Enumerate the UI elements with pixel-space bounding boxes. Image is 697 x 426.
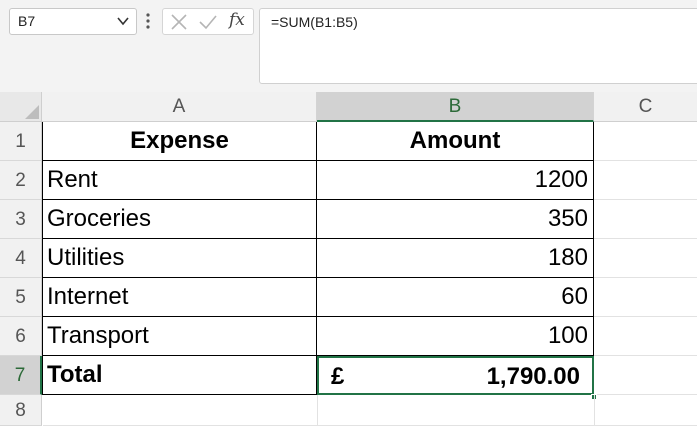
cell-b1[interactable]: Amount — [317, 122, 594, 161]
select-all-button[interactable] — [0, 92, 42, 122]
cell-c6[interactable] — [594, 317, 697, 356]
cell-a4[interactable]: Utilities — [43, 239, 317, 278]
column-header-b[interactable]: B — [317, 92, 594, 122]
chevron-down-icon[interactable] — [116, 14, 130, 28]
currency-symbol: £ — [331, 363, 345, 390]
cell-a7[interactable]: Total — [43, 356, 317, 395]
gridline — [594, 395, 595, 426]
cell-b5[interactable]: 60 — [317, 278, 594, 317]
row-header-4[interactable]: 4 — [0, 239, 42, 278]
row-header-5[interactable]: 5 — [0, 278, 42, 317]
cell-b4[interactable]: 180 — [317, 239, 594, 278]
cancel-icon[interactable] — [170, 13, 188, 31]
cell-a6[interactable]: Transport — [43, 317, 317, 356]
row-header-1[interactable]: 1 — [0, 122, 42, 161]
column-header-c[interactable]: C — [594, 92, 697, 122]
formula-bar-area: B7 fx =SUM(B1:B5) — [0, 0, 697, 92]
gridline — [317, 395, 318, 426]
name-box-value: B7 — [18, 13, 36, 29]
cell-a1[interactable]: Expense — [43, 122, 317, 161]
row-header-7[interactable]: 7 — [0, 356, 42, 395]
cell-a2[interactable]: Rent — [43, 161, 317, 200]
name-box[interactable]: B7 — [9, 8, 137, 35]
row-header-8[interactable]: 8 — [0, 395, 42, 426]
row-8[interactable] — [43, 395, 697, 426]
insert-function-icon[interactable]: fx — [229, 10, 245, 30]
row-header-6[interactable]: 6 — [0, 317, 42, 356]
cell-b7-selected[interactable]: £ 1,790.00 — [317, 356, 594, 395]
select-all-icon — [25, 105, 39, 119]
cell-c7[interactable] — [594, 356, 697, 395]
cell-a5[interactable]: Internet — [43, 278, 317, 317]
cell-a3[interactable]: Groceries — [43, 200, 317, 239]
column-header-a[interactable]: A — [42, 92, 317, 122]
cell-b6[interactable]: 100 — [317, 317, 594, 356]
row-header-3[interactable]: 3 — [0, 200, 42, 239]
cell-b3[interactable]: 350 — [317, 200, 594, 239]
more-options-icon[interactable] — [143, 11, 153, 31]
row-header-2[interactable]: 2 — [0, 161, 42, 200]
cell-c3[interactable] — [594, 200, 697, 239]
cell-b2[interactable]: 1200 — [317, 161, 594, 200]
cell-c5[interactable] — [594, 278, 697, 317]
formula-buttons: fx — [162, 8, 254, 35]
formula-input[interactable]: =SUM(B1:B5) — [259, 8, 697, 84]
worksheet-grid: A B C 1 2 3 4 5 6 7 8 Expense Amount Ren… — [0, 92, 697, 426]
cell-c1[interactable] — [594, 122, 697, 161]
cell-c2[interactable] — [594, 161, 697, 200]
cell-c4[interactable] — [594, 239, 697, 278]
total-amount: 1,790.00 — [486, 363, 580, 390]
enter-icon[interactable] — [198, 13, 218, 31]
